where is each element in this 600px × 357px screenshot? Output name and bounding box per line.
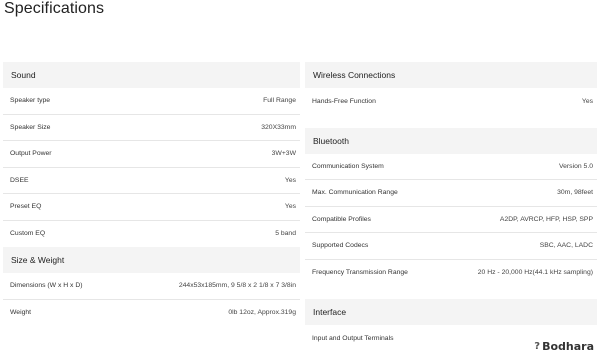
section-header-sound: Sound	[3, 62, 300, 88]
spec-row: Speaker type Full Range	[3, 88, 300, 115]
spec-value: Version 5.0	[558, 162, 593, 170]
spec-row: Supported Codecs SBC, AAC, LADC	[305, 233, 597, 260]
spec-row: Dimensions (W x H x D) 244x53x185mm, 9 5…	[3, 273, 300, 300]
spec-row: Hands-Free Function Yes	[305, 88, 597, 115]
spec-label: Speaker Size	[10, 123, 51, 131]
page-title: Specifications	[4, 0, 105, 17]
spec-value: 20 Hz - 20,000 Hz(44.1 kHz sampling)	[477, 269, 593, 277]
spec-label: Preset EQ	[10, 203, 42, 211]
spec-value: A2DP, AVRCP, HFP, HSP, SPP	[499, 215, 593, 223]
spec-label: Input and Output Terminals	[312, 334, 394, 342]
spec-value: SBC, AAC, LADC	[539, 242, 593, 250]
spec-value: Yes	[581, 97, 593, 105]
spec-row: Communication System Version 5.0	[305, 154, 597, 180]
spec-value: Yes	[284, 203, 296, 211]
spec-label: Output Power	[10, 150, 52, 158]
spec-row: Custom EQ 5 band	[3, 221, 300, 248]
spec-value: Yes	[284, 176, 296, 184]
spec-label: Supported Codecs	[312, 242, 369, 250]
spec-value: Full Range	[263, 97, 296, 105]
spec-row: DSEE Yes	[3, 168, 300, 194]
spec-value: 0lb 12oz, Approx.319g	[228, 309, 296, 317]
section-header-size-weight: Size & Weight	[3, 247, 300, 273]
spec-value: 320X33mm	[261, 123, 296, 131]
spec-row: Frequency Transmission Range 20 Hz - 20,…	[305, 260, 597, 287]
spec-row: Preset EQ Yes	[3, 194, 300, 221]
spec-row: Weight 0lb 12oz, Approx.319g	[3, 300, 300, 327]
spec-label: DSEE	[10, 176, 29, 184]
specs-left-column: Sound Speaker type Full Range Speaker Si…	[3, 62, 300, 326]
watermark-sign: ?	[534, 341, 541, 352]
section-header-interface: Interface	[305, 299, 597, 325]
spec-label: Communication System	[312, 162, 384, 170]
spec-label: Custom EQ	[10, 230, 46, 238]
spec-row: Speaker Size 320X33mm	[3, 115, 300, 141]
spec-label: Compatible Profiles	[312, 215, 371, 223]
spec-row: Output Power 3W+3W	[3, 141, 300, 168]
spec-row: Compatible Profiles A2DP, AVRCP, HFP, HS…	[305, 207, 597, 233]
spec-label: Frequency Transmission Range	[312, 269, 408, 277]
spec-value: 30m, 98feet	[557, 189, 593, 197]
spec-value: 5 band	[275, 230, 296, 238]
spec-label: Speaker type	[10, 97, 51, 105]
specs-right-column: Wireless Connections Hands-Free Function…	[305, 62, 597, 352]
spec-label: Dimensions (W x H x D)	[10, 282, 83, 290]
spec-label: Max. Communication Range	[312, 189, 398, 197]
watermark-logo: ? Bodhara	[534, 340, 594, 353]
spec-row: Max. Communication Range 30m, 98feet	[305, 180, 597, 207]
spec-label: Hands-Free Function	[312, 97, 376, 105]
section-header-bluetooth: Bluetooth	[305, 127, 597, 154]
spec-label: Weight	[10, 309, 32, 317]
section-header-wireless-connections: Wireless Connections	[305, 62, 597, 88]
spec-value: 244x53x185mm, 9 5/8 x 2 1/8 x 7 3/8in	[178, 282, 296, 290]
watermark-text: Bodhara	[542, 340, 594, 353]
spec-value: 3W+3W	[271, 150, 296, 158]
